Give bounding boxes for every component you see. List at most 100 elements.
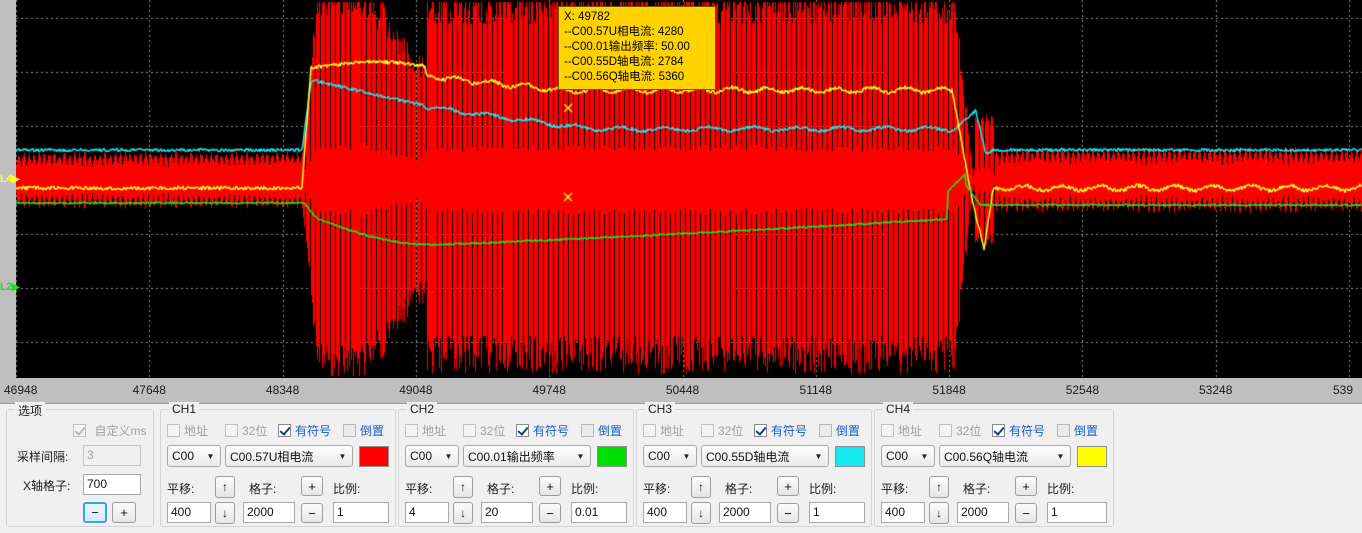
channel-color-swatch[interactable] bbox=[597, 446, 627, 467]
checkbox-32bit[interactable]: 32位 bbox=[225, 422, 267, 440]
group-select-value: C00 bbox=[172, 449, 195, 463]
checkbox-address[interactable]: 地址 bbox=[881, 422, 922, 440]
checkbox-address-box[interactable] bbox=[405, 424, 418, 438]
checkbox-address-box[interactable] bbox=[167, 424, 180, 438]
checkbox-32bit[interactable]: 32位 bbox=[463, 422, 505, 440]
grid-increase-button[interactable]: + bbox=[539, 476, 561, 496]
x-grid-decrease-button[interactable]: − bbox=[83, 502, 107, 523]
level-marker-l4[interactable]: L4▶ bbox=[0, 173, 20, 186]
shift-input[interactable]: 4 bbox=[405, 502, 449, 523]
shift-input[interactable]: 400 bbox=[881, 502, 925, 523]
channel-color-swatch[interactable] bbox=[835, 446, 865, 467]
grid-decrease-button[interactable]: − bbox=[301, 503, 323, 523]
grid-label: 格子: bbox=[963, 482, 991, 496]
sample-interval-input[interactable]: 3 bbox=[83, 445, 141, 466]
checkbox-invert-label: 倒置 bbox=[360, 424, 385, 439]
checkbox-address-label: 地址 bbox=[422, 424, 447, 439]
chevron-down-icon: ▼ bbox=[338, 451, 347, 461]
waveform-plot[interactable]: L4▶ L2▶ X: 49782 --C00.57U相电流: 4280 --C00… bbox=[0, 0, 1362, 378]
shift-input[interactable]: 400 bbox=[167, 502, 211, 523]
shift-up-button[interactable]: ↑ bbox=[691, 476, 711, 498]
parameter-select[interactable]: C00.01输出频率 ▼ bbox=[463, 445, 591, 467]
group-select-value: C00 bbox=[410, 449, 433, 463]
checkbox-invert-box[interactable] bbox=[581, 424, 594, 438]
parameter-select-value: C00.56Q轴电流 bbox=[944, 449, 1029, 464]
grid-decrease-button[interactable]: − bbox=[539, 503, 561, 523]
parameter-select[interactable]: C00.55D轴电流 ▼ bbox=[701, 445, 829, 467]
parameter-select[interactable]: C00.56Q轴电流 ▼ bbox=[939, 445, 1071, 467]
level-marker-label: L2 bbox=[0, 281, 12, 293]
x-grid-input[interactable]: 700 bbox=[83, 474, 141, 495]
checkbox-signed-box[interactable] bbox=[992, 424, 1005, 438]
channel-color-swatch[interactable] bbox=[1077, 446, 1107, 467]
checkbox-32bit[interactable]: 32位 bbox=[701, 422, 743, 440]
shift-down-button[interactable]: ↓ bbox=[691, 502, 711, 524]
checkbox-32bit[interactable]: 32位 bbox=[939, 422, 981, 440]
x-grid-increase-button[interactable]: + bbox=[112, 502, 136, 523]
channel-group-title: CH1 bbox=[169, 402, 200, 416]
shift-up-button[interactable]: ↑ bbox=[453, 476, 473, 498]
shift-down-button[interactable]: ↓ bbox=[215, 502, 235, 524]
checkbox-address[interactable]: 地址 bbox=[405, 422, 446, 440]
checkbox-32bit-box[interactable] bbox=[939, 424, 952, 438]
checkbox-signed[interactable]: 有符号 bbox=[992, 422, 1045, 440]
checkbox-signed-label: 有符号 bbox=[295, 424, 332, 439]
x-axis-tick: 49748 bbox=[532, 383, 566, 397]
shift-down-button[interactable]: ↓ bbox=[929, 502, 949, 524]
checkbox-invert-box[interactable] bbox=[1057, 424, 1070, 438]
shift-down-button[interactable]: ↓ bbox=[453, 502, 473, 524]
custom-ms-checkbox[interactable]: 自定义ms bbox=[73, 422, 146, 440]
shift-up-button[interactable]: ↑ bbox=[929, 476, 949, 498]
checkbox-invert[interactable]: 倒置 bbox=[1057, 422, 1098, 440]
checkbox-invert-box[interactable] bbox=[343, 424, 356, 438]
group-select[interactable]: C00 ▼ bbox=[167, 445, 221, 467]
grid-label: 格子: bbox=[249, 482, 277, 496]
ratio-input[interactable]: 1 bbox=[333, 502, 389, 523]
x-axis-tick: 50448 bbox=[665, 383, 700, 397]
grid-input[interactable]: 2000 bbox=[719, 502, 771, 523]
checkbox-invert[interactable]: 倒置 bbox=[343, 422, 384, 440]
grid-increase-button[interactable]: + bbox=[1015, 476, 1037, 496]
level-marker-l2[interactable]: L2▶ bbox=[0, 281, 20, 294]
checkbox-address-box[interactable] bbox=[881, 424, 894, 438]
checkbox-32bit-box[interactable] bbox=[463, 424, 476, 438]
checkbox-signed-box[interactable] bbox=[278, 424, 291, 438]
checkbox-address[interactable]: 地址 bbox=[643, 422, 684, 440]
checkbox-signed[interactable]: 有符号 bbox=[754, 422, 807, 440]
group-select[interactable]: C00 ▼ bbox=[643, 445, 697, 467]
channel-color-swatch[interactable] bbox=[359, 446, 389, 467]
chevron-down-icon: ▼ bbox=[206, 451, 215, 461]
grid-input[interactable]: 20 bbox=[481, 502, 533, 523]
channel-group-ch1: CH1 地址 32位 有符号 倒置 C00 ▼ C00.57U相电流 ▼ 平移: 格子: 比例: ↑ ↓ +… bbox=[160, 402, 396, 527]
checkbox-32bit-box[interactable] bbox=[701, 424, 714, 438]
grid-input[interactable]: 2000 bbox=[957, 502, 1009, 523]
checkbox-signed[interactable]: 有符号 bbox=[278, 422, 331, 440]
grid-input[interactable]: 2000 bbox=[243, 502, 295, 523]
grid-increase-button[interactable]: + bbox=[777, 476, 799, 496]
checkbox-signed-box[interactable] bbox=[516, 424, 529, 438]
group-select-value: C00 bbox=[648, 449, 671, 463]
grid-decrease-button[interactable]: − bbox=[1015, 503, 1037, 523]
parameter-select[interactable]: C00.57U相电流 ▼ bbox=[225, 445, 353, 467]
checkbox-signed[interactable]: 有符号 bbox=[516, 422, 569, 440]
level-marker-label: L4 bbox=[0, 173, 12, 185]
ratio-input[interactable]: 0.01 bbox=[571, 502, 627, 523]
ratio-input[interactable]: 1 bbox=[809, 502, 865, 523]
checkbox-signed-box[interactable] bbox=[754, 424, 767, 438]
channel-group-title: CH4 bbox=[883, 402, 914, 416]
grid-decrease-button[interactable]: − bbox=[777, 503, 799, 523]
checkbox-address-box[interactable] bbox=[643, 424, 656, 438]
sample-interval-row: 采样间隔: bbox=[17, 448, 68, 466]
group-select[interactable]: C00 ▼ bbox=[881, 445, 935, 467]
ratio-input[interactable]: 1 bbox=[1047, 502, 1107, 523]
checkbox-32bit-box[interactable] bbox=[225, 424, 238, 438]
checkbox-invert-box[interactable] bbox=[819, 424, 832, 438]
shift-input[interactable]: 400 bbox=[643, 502, 687, 523]
checkbox-invert[interactable]: 倒置 bbox=[581, 422, 622, 440]
group-select[interactable]: C00 ▼ bbox=[405, 445, 459, 467]
custom-ms-checkbox-box[interactable] bbox=[73, 424, 86, 438]
checkbox-address[interactable]: 地址 bbox=[167, 422, 208, 440]
shift-up-button[interactable]: ↑ bbox=[215, 476, 235, 498]
grid-increase-button[interactable]: + bbox=[301, 476, 323, 496]
checkbox-invert[interactable]: 倒置 bbox=[819, 422, 860, 440]
